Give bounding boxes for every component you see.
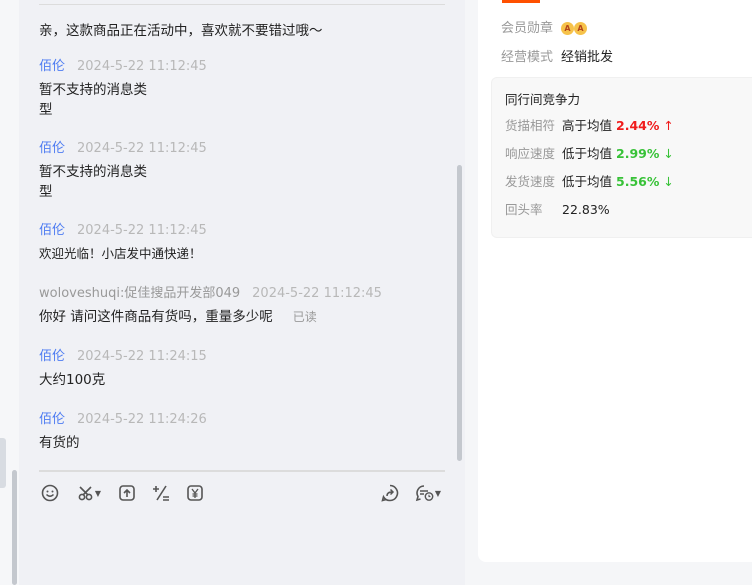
left-scrollbar[interactable] — [12, 470, 17, 585]
sender-name[interactable]: 佰伦 — [39, 349, 65, 364]
metric-value: 2.99% — [616, 146, 660, 161]
business-mode-row: 经营模式 经销批发 — [501, 46, 613, 65]
message: 佰伦 2024-5-22 11:12:45 欢迎光临！小店发中通快递！ — [39, 219, 439, 264]
quick-reply-icon[interactable]: ▼ — [413, 482, 443, 504]
competition-row: 响应速度 低于均值 2.99% ↓ — [505, 143, 674, 162]
metric-value: 2.44% — [616, 118, 660, 133]
card-title: 同行间竞争力 — [505, 92, 581, 107]
price-icon[interactable] — [184, 482, 206, 504]
read-status: 已读 — [292, 310, 317, 324]
metric-label: 响应速度 — [505, 146, 556, 161]
arrow-down-icon: ↓ — [663, 174, 674, 189]
sender-name[interactable]: 佰伦 — [39, 141, 65, 156]
arrow-up-icon: ↑ — [663, 118, 674, 133]
scissors-icon[interactable]: ▼ — [74, 482, 104, 504]
sender-name[interactable]: 佰伦 — [39, 59, 65, 74]
text: 亲，这款商品正在活动中，喜欢就不要错过哦～ — [39, 23, 323, 39]
metric-label: 货描相符 — [505, 118, 556, 133]
message-text: 暂不支持的消息类 型 — [39, 164, 147, 200]
mode-label: 经营模式 — [501, 50, 554, 65]
timestamp: 2024-5-22 11:12:45 — [77, 223, 207, 238]
upload-icon[interactable] — [116, 482, 138, 504]
member-badge-row: 会员勋章 A A — [501, 17, 588, 36]
message: 佰伦 2024-5-22 11:24:26 有货的 — [39, 408, 439, 453]
member-badge-icon: AA — [561, 21, 588, 36]
timestamp: 2024-5-22 11:12:45 — [77, 141, 207, 156]
arrow-down-icon: ↓ — [663, 146, 674, 161]
collapse-handle[interactable] — [0, 438, 6, 488]
active-tab-indicator — [502, 0, 540, 3]
competition-row: 发货速度 低于均值 5.56% ↓ — [505, 171, 674, 190]
input-divider — [39, 470, 445, 472]
badge-label: 会员勋章 — [501, 21, 554, 36]
metric-compare: 低于均值 — [562, 146, 613, 161]
message: woloveshuqi:促佳搜品开发部049 2024-5-22 11:12:45… — [39, 282, 439, 327]
metric-compare: 高于均值 — [562, 118, 613, 133]
metric-label: 发货速度 — [505, 174, 556, 189]
sender-name[interactable]: 佰伦 — [39, 412, 65, 427]
calculator-icon[interactable] — [150, 482, 172, 504]
message: 佰伦 2024-5-22 11:12:45 暂不支持的消息类 型 — [39, 55, 439, 120]
share-icon[interactable] — [379, 482, 401, 504]
message: 佰伦 2024-5-22 11:24:15 大约100克 — [39, 345, 439, 390]
metric-compare: 低于均值 — [562, 174, 613, 189]
repeat-rate-row: 回头率 22.83% — [505, 199, 610, 218]
message-text: 欢迎光临！小店发中通快递！ — [39, 246, 202, 261]
message: 佰伦 2024-5-22 11:12:45 暂不支持的消息类 型 — [39, 137, 439, 202]
repeat-label: 回头率 — [505, 202, 543, 217]
message-text: 你好 请问这件商品有货吗，重量多少呢 已读 — [39, 309, 317, 325]
message-text: 亲，这款商品正在活动中，喜欢就不要错过哦～ — [39, 15, 439, 41]
timestamp: 2024-5-22 11:24:26 — [77, 412, 207, 427]
message-text: 有货的 — [39, 435, 80, 451]
message-text: 暂不支持的消息类 型 — [39, 82, 147, 118]
competition-row: 货描相符 高于均值 2.44% ↑ — [505, 115, 674, 134]
sender-name[interactable]: 佰伦 — [39, 223, 65, 238]
mode-value: 经销批发 — [561, 50, 614, 65]
metric-value: 5.56% — [616, 174, 660, 189]
timestamp: 2024-5-22 11:12:45 — [252, 286, 382, 301]
divider — [39, 4, 445, 5]
timestamp: 2024-5-22 11:24:15 — [77, 349, 207, 364]
chat-scrollbar[interactable] — [457, 165, 462, 461]
emoji-icon[interactable] — [39, 482, 61, 504]
repeat-value: 22.83% — [562, 202, 610, 217]
message-text: 大约100克 — [39, 372, 106, 388]
timestamp: 2024-5-22 11:12:45 — [77, 59, 207, 74]
sender-name[interactable]: woloveshuqi:促佳搜品开发部049 — [39, 286, 240, 301]
